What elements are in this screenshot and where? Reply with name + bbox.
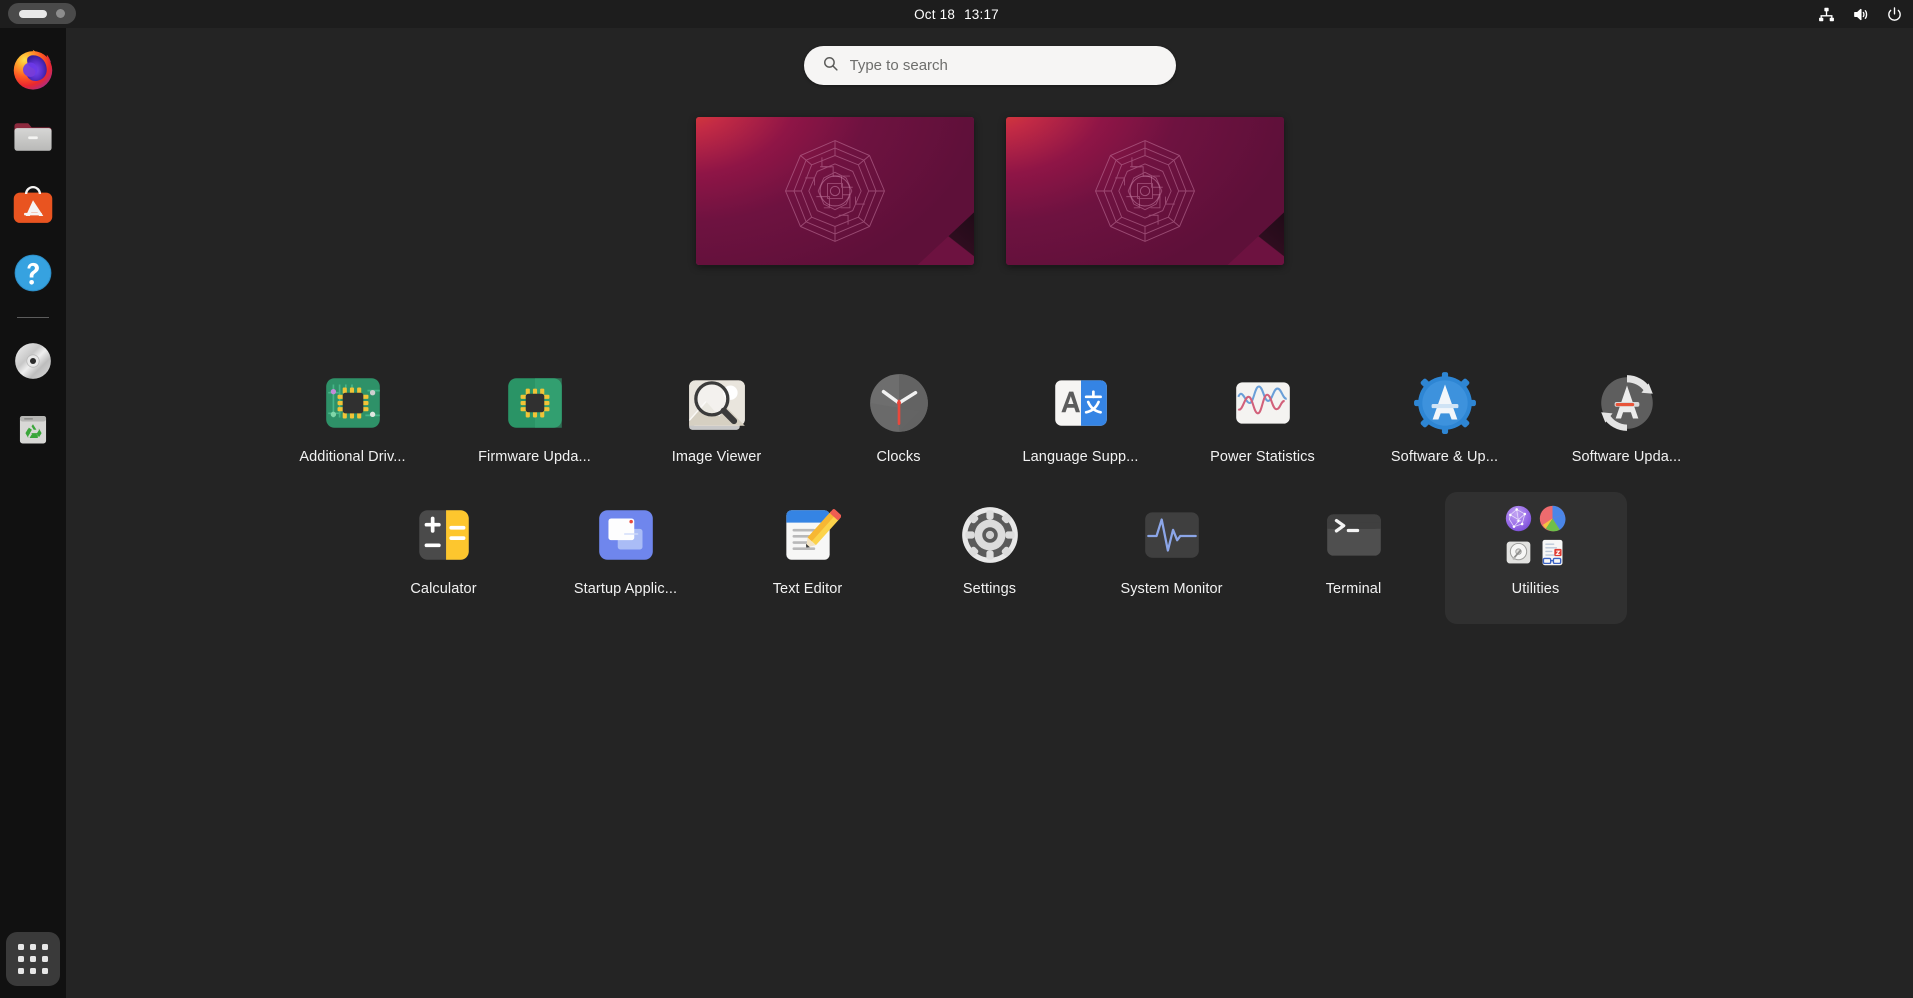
app-software-updater[interactable]: Software Upda...: [1536, 360, 1718, 492]
app-label: Language Supp...: [1022, 449, 1138, 465]
app-label: Startup Applic...: [574, 581, 677, 597]
dock-item-firefox[interactable]: [6, 42, 60, 96]
network-wired-icon[interactable]: [1818, 6, 1835, 23]
app-text-editor[interactable]: Text Editor: [717, 492, 899, 624]
app-software-and-updates[interactable]: Software & Up...: [1354, 360, 1536, 492]
workspace-thumbnails: [66, 117, 1913, 265]
system-status-area[interactable]: [1818, 0, 1903, 28]
dock: [0, 28, 66, 998]
additional-drivers-icon: [320, 370, 386, 436]
terminal-icon: [1321, 502, 1387, 568]
app-grid-row-2: Calculator Startup Applic...: [353, 492, 1627, 624]
document-viewer-icon: [1538, 538, 1567, 567]
clocks-icon: [866, 370, 932, 436]
app-startup-applications[interactable]: Startup Applic...: [535, 492, 717, 624]
app-additional-drivers[interactable]: Additional Driv...: [262, 360, 444, 492]
app-label: Settings: [963, 581, 1016, 597]
app-label: System Monitor: [1120, 581, 1222, 597]
connections-icon: [1504, 504, 1533, 533]
disks-icon: [1504, 538, 1533, 567]
app-label: Text Editor: [773, 581, 843, 597]
app-power-statistics[interactable]: Power Statistics: [1172, 360, 1354, 492]
dock-item-files[interactable]: [6, 110, 60, 164]
app-calculator[interactable]: Calculator: [353, 492, 535, 624]
app-label: Image Viewer: [672, 449, 762, 465]
app-label: Firmware Upda...: [478, 449, 591, 465]
app-language-support[interactable]: Language Supp...: [990, 360, 1172, 492]
search-input[interactable]: [850, 57, 1158, 74]
app-system-monitor[interactable]: System Monitor: [1081, 492, 1263, 624]
wallpaper-maze-motif: [1089, 135, 1201, 247]
app-label: Software Upda...: [1572, 449, 1682, 465]
system-monitor-icon: [1139, 502, 1205, 568]
app-firmware-updater[interactable]: Firmware Upda...: [444, 360, 626, 492]
app-label: Clocks: [876, 449, 920, 465]
app-label: Terminal: [1326, 581, 1382, 597]
image-viewer-icon: [684, 370, 750, 436]
app-grid-icon: [18, 944, 48, 974]
app-grid-row-1: Additional Driv...: [262, 360, 1718, 492]
volume-icon[interactable]: [1852, 6, 1869, 23]
software-and-updates-icon: [1412, 370, 1478, 436]
app-label: Power Statistics: [1210, 449, 1315, 465]
app-label: Additional Driv...: [299, 449, 405, 465]
power-icon[interactable]: [1886, 6, 1903, 23]
software-updater-icon: [1594, 370, 1660, 436]
text-editor-icon: [775, 502, 841, 568]
search-area: [66, 46, 1913, 85]
clock-date: Oct 18: [914, 7, 955, 22]
wallpaper-maze-motif: [779, 135, 891, 247]
app-label: Software & Up...: [1391, 449, 1498, 465]
settings-icon: [957, 502, 1023, 568]
dock-item-disc[interactable]: [6, 334, 60, 388]
clock-menu-button[interactable]: Oct 18 13:17: [0, 0, 1913, 28]
workspace-thumbnail-2[interactable]: [1006, 117, 1284, 265]
disk-usage-analyzer-icon: [1538, 504, 1567, 533]
app-settings[interactable]: Settings: [899, 492, 1081, 624]
dock-item-ubuntu-software[interactable]: [6, 178, 60, 232]
language-support-icon: [1048, 370, 1114, 436]
startup-applications-icon: [593, 502, 659, 568]
app-terminal[interactable]: Terminal: [1263, 492, 1445, 624]
app-label: Calculator: [410, 581, 476, 597]
dock-item-help[interactable]: [6, 246, 60, 300]
power-statistics-icon: [1230, 370, 1296, 436]
dock-separator: [17, 317, 49, 318]
app-image-viewer[interactable]: Image Viewer: [626, 360, 808, 492]
app-label: Utilities: [1512, 581, 1560, 597]
clock-time: 13:17: [964, 7, 999, 22]
workspace-thumbnail-1[interactable]: [696, 117, 974, 265]
show-applications-button[interactable]: [6, 932, 60, 986]
app-clocks[interactable]: Clocks: [808, 360, 990, 492]
app-grid: Additional Driv...: [66, 360, 1913, 624]
dock-item-trash[interactable]: [6, 402, 60, 456]
firmware-updater-icon: [502, 370, 568, 436]
utilities-folder-icon: [1503, 502, 1569, 568]
calculator-icon: [411, 502, 477, 568]
top-bar: Oct 18 13:17: [0, 0, 1913, 28]
search-icon: [822, 55, 839, 77]
search-entry[interactable]: [804, 46, 1176, 85]
app-folder-utilities[interactable]: Utilities: [1445, 492, 1627, 624]
